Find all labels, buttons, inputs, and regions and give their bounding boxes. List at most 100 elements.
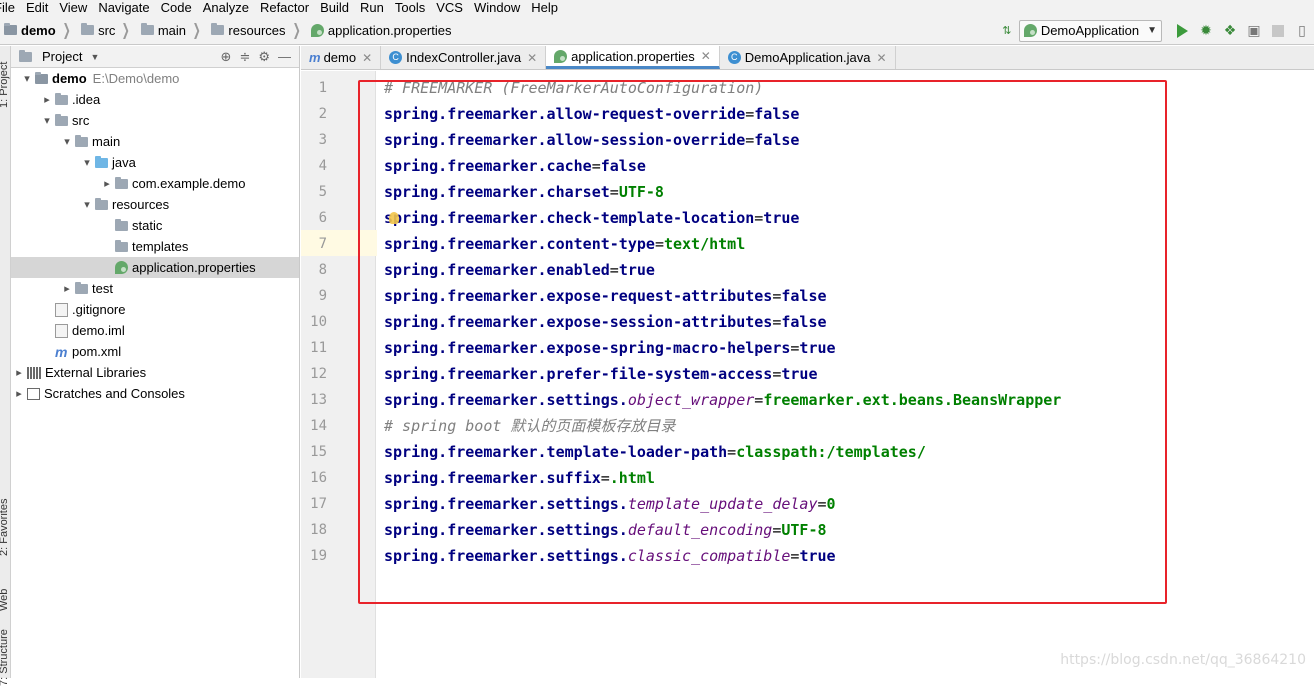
breadcrumb-src[interactable]: src ❯ [77, 16, 137, 44]
equals-sign: = [601, 469, 610, 487]
breadcrumb-demo[interactable]: demo ❯ [0, 16, 77, 44]
menu-analyze[interactable]: Analyze [194, 0, 255, 16]
property-value: false [601, 157, 646, 175]
favorites-tool-tab[interactable]: 2: Favorites [0, 499, 10, 556]
line-number: 18 [301, 517, 327, 543]
tree-item-idea[interactable]: ▸ .idea [11, 89, 299, 110]
expand-arrow-icon[interactable]: ▾ [79, 156, 95, 169]
expand-arrow-icon[interactable]: ▸ [11, 387, 27, 400]
tab-demo-application[interactable]: C DemoApplication.java ✕ [720, 46, 896, 69]
property-value: false [781, 287, 826, 305]
close-icon[interactable]: ✕ [877, 51, 887, 65]
structure-tool-tab[interactable]: 7: Structure [0, 629, 10, 686]
menu-run[interactable]: Run [351, 0, 390, 16]
menu-vcs[interactable]: VCS [427, 0, 469, 16]
project-tool-tab[interactable]: 1: Project [0, 62, 10, 108]
run-button[interactable] [1171, 20, 1193, 42]
tree-item-java[interactable]: ▾ java [11, 152, 299, 173]
close-icon[interactable]: ✕ [701, 49, 711, 63]
expand-arrow-icon[interactable]: ▾ [19, 72, 35, 85]
coverage-button[interactable]: ❖ [1219, 20, 1241, 42]
spring-leaf-icon [1024, 24, 1037, 37]
web-tool-tab[interactable]: Web [0, 589, 10, 611]
tree-item-src[interactable]: ▾ src [11, 110, 299, 131]
tree-item-test[interactable]: ▸ test [11, 278, 299, 299]
property-key: spring.freemarker.settings. [384, 547, 628, 565]
code-editor[interactable]: # FREEMARKER (FreeMarkerAutoConfiguratio… [377, 71, 1314, 678]
breadcrumb-resources[interactable]: resources ❯ [207, 16, 306, 44]
menu-build[interactable]: Build [311, 0, 355, 16]
close-icon[interactable]: ✕ [362, 51, 372, 65]
chevron-right-icon: ❯ [292, 20, 300, 40]
tree-item-scratches[interactable]: ▸ Scratches and Consoles [11, 383, 299, 404]
menu-navigate[interactable]: Navigate [89, 0, 155, 16]
profile-button[interactable]: ▣ [1243, 20, 1265, 42]
menu-tools[interactable]: Tools [386, 0, 431, 16]
tree-item-main[interactable]: ▾ main [11, 131, 299, 152]
expand-arrow-icon[interactable]: ▸ [11, 366, 27, 379]
tree-item-gitignore[interactable]: .gitignore [11, 299, 299, 320]
breadcrumb-label: src [98, 23, 115, 38]
tree-item-package[interactable]: ▸ com.example.demo [11, 173, 299, 194]
expand-arrow-icon[interactable]: ▸ [39, 93, 55, 106]
breadcrumb-application-properties[interactable]: application.properties [307, 16, 456, 44]
folder-icon [81, 25, 94, 35]
close-icon[interactable]: ✕ [527, 51, 537, 65]
expand-arrow-icon[interactable]: ▾ [79, 198, 95, 211]
stop-button[interactable] [1267, 20, 1289, 42]
expand-arrow-icon[interactable]: ▾ [59, 135, 75, 148]
tree-item-templates[interactable]: templates [11, 236, 299, 257]
equals-sign: = [610, 183, 619, 201]
tree-item-external-libraries[interactable]: ▸ External Libraries [11, 362, 299, 383]
menu-view[interactable]: View [50, 0, 93, 16]
tree-item-label: .gitignore [72, 302, 125, 317]
locate-icon[interactable]: ⊕ [221, 49, 232, 65]
debug-button[interactable]: ✹ [1195, 20, 1217, 42]
gear-icon[interactable]: ⚙ [258, 49, 270, 65]
left-tool-strip: 1: Project 2: Favorites Web 7: Structure [0, 46, 11, 678]
tree-item-static[interactable]: static [11, 215, 299, 236]
folder-icon [115, 242, 128, 252]
breadcrumb-label: application.properties [328, 23, 452, 38]
menu-refactor[interactable]: Refactor [251, 0, 315, 16]
property-value: false [781, 313, 826, 331]
menu-code[interactable]: Code [152, 0, 198, 16]
folder-icon [75, 137, 88, 147]
menu-help[interactable]: Help [522, 0, 564, 16]
tree-item-demo[interactable]: ▾ demo E:\Demo\demo [11, 68, 299, 89]
expand-arrow-icon[interactable]: ▸ [99, 177, 115, 190]
maven-icon: m [55, 344, 69, 360]
watermark: https://blog.csdn.net/qq_36864210 [1060, 652, 1306, 668]
property-value: true [763, 209, 799, 227]
tree-item-label: com.example.demo [132, 176, 245, 191]
tab-index-controller[interactable]: C IndexController.java ✕ [381, 46, 546, 69]
chevron-down-icon[interactable]: ▼ [90, 52, 99, 62]
hide-icon[interactable]: — [278, 49, 291, 65]
tree-item-application-properties[interactable]: application.properties [11, 257, 299, 278]
tree-item-demo-iml[interactable]: demo.iml [11, 320, 299, 341]
tab-demo[interactable]: m demo ✕ [301, 46, 381, 69]
run-configuration-select[interactable]: DemoApplication ▼ [1019, 20, 1162, 42]
code-line: spring.freemarker.settings.template_upda… [384, 491, 836, 517]
project-pane-title[interactable]: Project [42, 49, 82, 64]
class-icon: C [389, 51, 402, 64]
line-number: 11 [301, 335, 327, 361]
lightbulb-icon[interactable] [389, 212, 399, 224]
project-folder-icon [35, 74, 48, 84]
more-button[interactable]: ▯ [1291, 20, 1313, 42]
breadcrumb-main[interactable]: main ❯ [137, 16, 208, 44]
tree-item-resources[interactable]: ▾ resources [11, 194, 299, 215]
tab-application-properties[interactable]: application.properties ✕ [546, 46, 720, 69]
resources-folder-icon [211, 25, 224, 35]
property-key: spring.freemarker.expose-session-attribu… [384, 313, 772, 331]
equals-sign: = [745, 105, 754, 123]
expand-arrow-icon[interactable]: ▸ [59, 282, 75, 295]
code-line: spring.freemarker.cache=false [384, 153, 646, 179]
collapse-icon[interactable]: ≑ [239, 49, 250, 65]
sort-icon[interactable]: ⇅ [996, 20, 1018, 42]
menu-window[interactable]: Window [465, 0, 526, 16]
expand-arrow-icon[interactable]: ▾ [39, 114, 55, 127]
property-key: spring.freemarker.enabled [384, 261, 610, 279]
tree-item-pom[interactable]: m pom.xml [11, 341, 299, 362]
menu-edit[interactable]: Edit [17, 0, 54, 16]
